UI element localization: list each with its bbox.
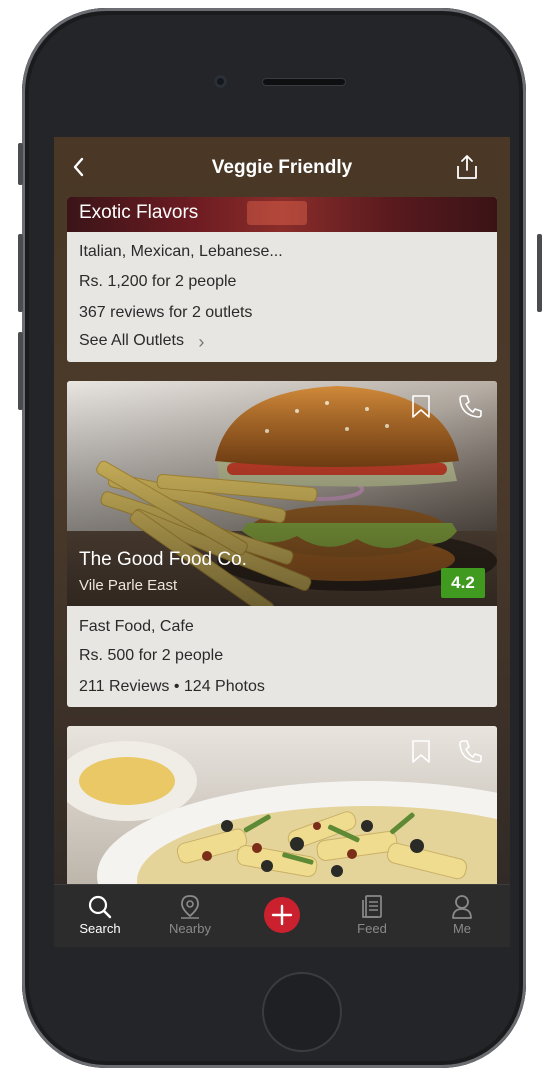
see-all-outlets-link[interactable]: See All Outlets › [79,329,205,352]
tab-nearby[interactable]: Nearby [155,893,225,936]
power-button [537,234,542,312]
restaurant-card[interactable] [67,726,497,886]
restaurant-card[interactable]: Exotic Flavors Italian, Mexican, Lebanes… [67,197,497,362]
restaurant-name[interactable]: Exotic Flavors [79,202,198,224]
bottom-tab-bar: Search Nearby Feed Me [54,884,510,947]
restaurant-cuisines: Italian, Mexican, Lebanese... [79,243,283,260]
tab-label: Me [452,921,472,936]
restaurant-reviews: 211 Reviews • 124 Photos [79,678,265,695]
volume-down-button [18,332,23,410]
page-title: Veggie Friendly [211,157,353,178]
search-icon [86,893,114,921]
tab-me[interactable]: Me [427,893,497,936]
tab-label: Feed [357,921,387,936]
app-screen: Veggie Friendly Exotic Flavors Italian, … [54,137,510,947]
home-button[interactable] [262,972,342,1052]
phone-icon[interactable] [457,738,483,764]
tab-search[interactable]: Search [65,893,135,936]
earpiece-speaker [262,78,346,86]
top-navbar: Veggie Friendly [54,137,510,197]
add-icon[interactable] [264,897,300,933]
restaurant-cost: Rs. 1,200 for 2 people [79,273,237,290]
tab-feed[interactable]: Feed [337,893,407,936]
restaurant-cost: Rs. 500 for 2 people [79,647,224,664]
profile-icon [448,893,476,921]
restaurant-location: Vile Parle East [79,577,178,594]
mute-switch [18,143,23,185]
chevron-right-icon: › [198,332,205,352]
phone-icon[interactable] [457,393,483,419]
see-all-outlets-label: See All Outlets [79,332,184,349]
rating-badge: 4.2 [441,568,485,598]
restaurant-card[interactable]: The Good Food Co. Vile Parle East 4.2 Fa… [67,381,497,707]
feed-icon [358,893,386,921]
location-pin-icon [176,893,204,921]
restaurant-cuisines: Fast Food, Cafe [79,618,194,635]
volume-up-button [18,234,23,312]
share-icon[interactable] [454,153,480,181]
tab-label: Search [79,921,121,936]
tab-label: Nearby [169,921,211,936]
restaurant-name[interactable]: The Good Food Co. [79,549,247,571]
front-camera [214,75,227,88]
bookmark-icon[interactable] [408,738,434,764]
bookmark-icon[interactable] [408,393,434,419]
restaurant-reviews: 367 reviews for 2 outlets [79,304,253,321]
